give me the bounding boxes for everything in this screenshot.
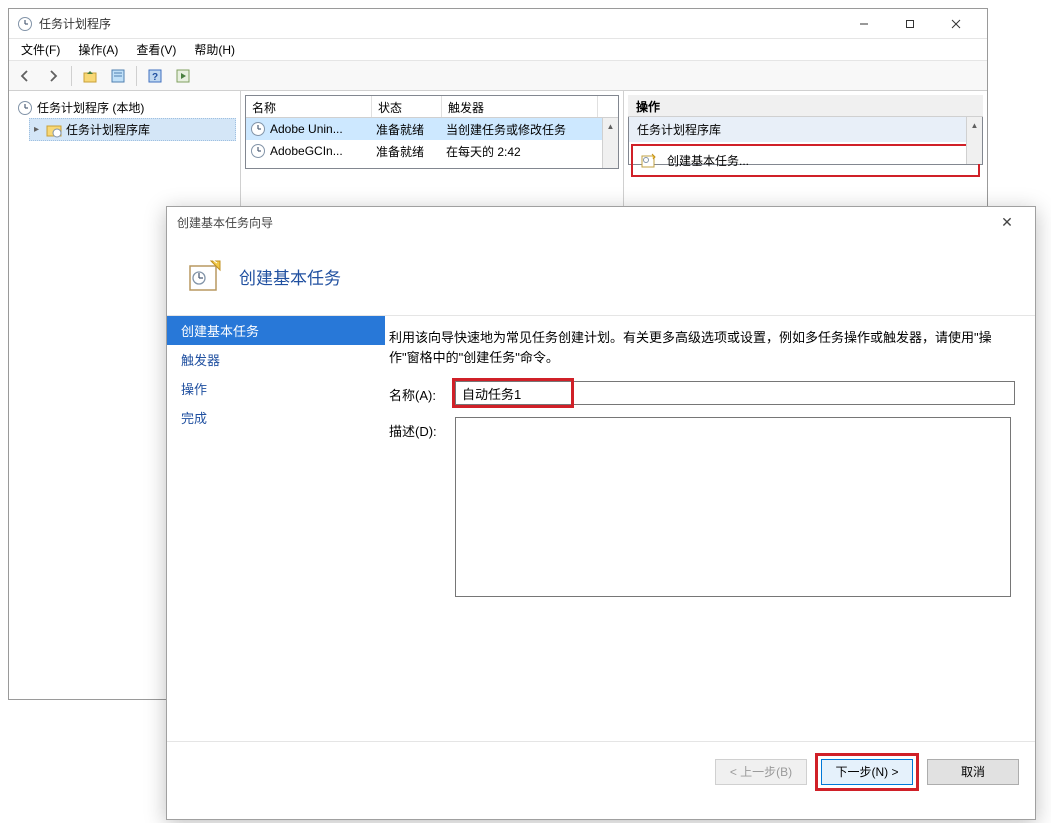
- clock-icon: [250, 121, 266, 137]
- menu-help[interactable]: 帮助(H): [186, 39, 243, 60]
- run-button[interactable]: [171, 64, 195, 88]
- cell-trigger: 在每天的 2:42: [442, 141, 598, 162]
- scrollbar[interactable]: ▲: [602, 118, 618, 168]
- description-label: 描述(D):: [389, 417, 455, 440]
- cell-status: 准备就绪: [372, 141, 442, 162]
- wizard-steps: 创建基本任务 触发器 操作 完成: [167, 316, 385, 741]
- scroll-up-icon[interactable]: ▲: [603, 118, 618, 134]
- scroll-up-icon[interactable]: ▲: [967, 117, 982, 133]
- cell-status: 准备就绪: [372, 119, 442, 140]
- wizard-header: 创建基本任务: [167, 237, 1035, 315]
- wizard-footer: < 上一步(B) 下一步(N) > 取消: [167, 741, 1035, 801]
- table-row[interactable]: AdobeGCIn... 准备就绪 在每天的 2:42: [246, 140, 618, 162]
- chevron-right-icon[interactable]: ▸: [34, 124, 46, 135]
- cell-name: Adobe Unin...: [270, 122, 343, 136]
- clock-icon: [17, 100, 33, 116]
- next-highlight-box: 下一步(N) >: [815, 753, 919, 791]
- properties-button[interactable]: [106, 64, 130, 88]
- next-button[interactable]: 下一步(N) >: [821, 759, 913, 785]
- tree-library[interactable]: ▸ 任务计划程序库: [29, 118, 236, 141]
- actions-header: 操作: [628, 95, 983, 117]
- cancel-button[interactable]: 取消: [927, 759, 1019, 785]
- wizard-titlebar[interactable]: 创建基本任务向导 ✕: [167, 207, 1035, 237]
- window-title: 任务计划程序: [39, 15, 841, 32]
- step-finish[interactable]: 完成: [167, 403, 385, 432]
- action-label: 创建基本任务...: [667, 152, 749, 169]
- help-button[interactable]: ?: [143, 64, 167, 88]
- menu-file[interactable]: 文件(F): [13, 39, 68, 60]
- clock-icon: [17, 16, 33, 32]
- wizard-description: 利用该向导快速地为常见任务创建计划。有关更多高级选项或设置，例如多任务操作或触发…: [389, 328, 1015, 367]
- folder-clock-icon: [46, 122, 62, 138]
- tree-root[interactable]: 任务计划程序 (本地): [13, 97, 236, 118]
- close-button[interactable]: [933, 10, 979, 38]
- tree-root-label: 任务计划程序 (本地): [37, 99, 144, 116]
- up-folder-button[interactable]: [78, 64, 102, 88]
- tree-library-label: 任务计划程序库: [66, 121, 150, 138]
- step-trigger[interactable]: 触发器: [167, 345, 385, 374]
- step-action[interactable]: 操作: [167, 374, 385, 403]
- table-row[interactable]: Adobe Unin... 准备就绪 当创建任务或修改任务: [246, 118, 618, 140]
- close-button[interactable]: ✕: [989, 214, 1025, 231]
- menubar: 文件(F) 操作(A) 查看(V) 帮助(H): [9, 39, 987, 61]
- minimize-button[interactable]: [841, 10, 887, 38]
- action-group-header[interactable]: 任务计划程序库 ▴: [629, 117, 982, 142]
- wizard-title: 创建基本任务向导: [177, 214, 989, 231]
- titlebar[interactable]: 任务计划程序: [9, 9, 987, 39]
- wizard-header-title: 创建基本任务: [239, 264, 341, 289]
- description-field[interactable]: [455, 417, 1011, 597]
- create-basic-task-action[interactable]: 创建基本任务...: [631, 144, 980, 177]
- col-trigger[interactable]: 触发器: [442, 96, 598, 117]
- task-wizard-icon: [187, 258, 223, 294]
- scrollbar[interactable]: ▲: [966, 117, 982, 164]
- action-group-label: 任务计划程序库: [637, 121, 721, 138]
- step-basic[interactable]: 创建基本任务: [167, 316, 385, 345]
- wizard-dialog: 创建基本任务向导 ✕ 创建基本任务 创建基本任务 触发器 操作 完成 利用该向导…: [166, 206, 1036, 820]
- task-table: 名称 状态 触发器 Adobe Unin... 准备就绪 当创建任务或修改任务: [245, 95, 619, 169]
- name-field[interactable]: [455, 381, 1015, 405]
- clock-icon: [250, 143, 266, 159]
- cell-trigger: 当创建任务或修改任务: [442, 119, 598, 140]
- menu-action[interactable]: 操作(A): [70, 39, 126, 60]
- maximize-button[interactable]: [887, 10, 933, 38]
- wizard-form: 利用该向导快速地为常见任务创建计划。有关更多高级选项或设置，例如多任务操作或触发…: [385, 316, 1035, 741]
- col-name[interactable]: 名称: [246, 96, 372, 117]
- forward-button[interactable]: [41, 64, 65, 88]
- toolbar: ?: [9, 61, 987, 91]
- svg-text:?: ?: [152, 72, 158, 83]
- task-wizard-icon: [641, 153, 657, 169]
- col-status[interactable]: 状态: [372, 96, 442, 117]
- back-button: < 上一步(B): [715, 759, 807, 785]
- menu-view[interactable]: 查看(V): [128, 39, 184, 60]
- cell-name: AdobeGCIn...: [270, 144, 343, 158]
- back-button[interactable]: [13, 64, 37, 88]
- name-label: 名称(A):: [389, 381, 455, 404]
